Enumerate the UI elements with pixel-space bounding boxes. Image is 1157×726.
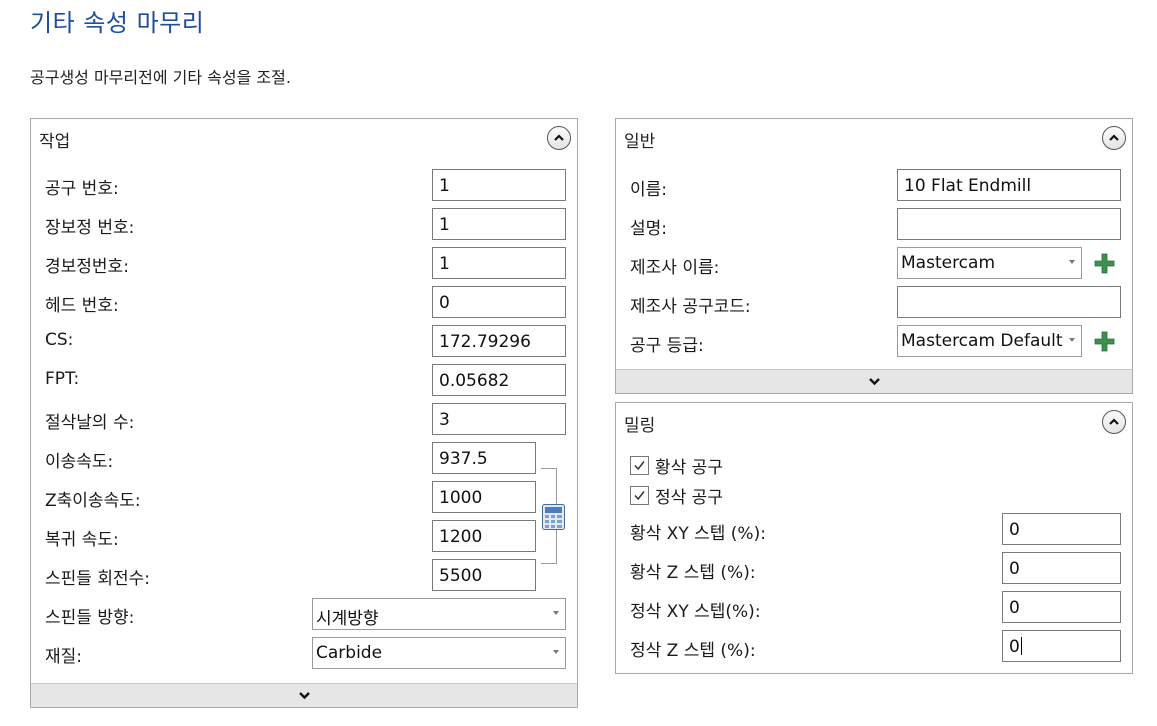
length-offset-label: 장보정 번호: [45, 218, 135, 238]
cs-input[interactable]: 172.79296 [432, 325, 566, 357]
milling-panel: 밀링 황삭 공구 정삭 공구 황삭 XY 스텝 (%): 0 황삭 Z 스텝 (… [615, 402, 1133, 674]
finish-z-step-value: 0 [1009, 637, 1020, 657]
rough-z-step-input[interactable]: 0 [1002, 552, 1121, 584]
dropdown-arrow-icon [1069, 260, 1075, 264]
rough-tool-checkbox[interactable]: 황삭 공구 [630, 453, 723, 478]
tool-number-input[interactable]: 1 [432, 169, 566, 201]
chevron-up-icon [554, 134, 564, 141]
chevron-down-icon [868, 378, 880, 386]
manufacturer-code-label: 제조사 공구코드: [630, 297, 751, 317]
head-number-input[interactable]: 0 [432, 286, 566, 318]
chevron-up-icon [1109, 134, 1119, 141]
milling-collapse-button[interactable] [1102, 410, 1126, 434]
dia-offset-input[interactable]: 1 [432, 247, 566, 279]
tool-number-label: 공구 번호: [45, 179, 119, 199]
spindle-direction-label: 스핀들 방향: [45, 608, 135, 628]
rough-xy-step-label: 황삭 XY 스텝 (%): [630, 524, 766, 544]
text-cursor [1020, 637, 1022, 655]
page-title: 기타 속성 마무리 [30, 9, 205, 37]
checkmark-icon [634, 491, 645, 501]
general-panel-header: 일반 [616, 119, 1132, 157]
plunge-rate-input[interactable]: 1000 [432, 481, 536, 513]
milling-panel-title: 밀링 [624, 416, 656, 436]
work-expand-bar[interactable] [31, 683, 577, 707]
finish-z-step-input[interactable]: 0 [1002, 630, 1121, 662]
tool-grade-label: 공구 등급: [630, 336, 704, 356]
finish-tool-label: 정삭 공구 [655, 488, 723, 508]
dropdown-arrow-icon [553, 650, 559, 654]
tool-grade-value: Mastercam Default [901, 331, 1063, 351]
milling-panel-header: 밀링 [616, 403, 1132, 441]
general-collapse-button[interactable] [1102, 126, 1126, 150]
tool-grade-dropdown[interactable]: Mastercam Default [897, 325, 1082, 357]
manufacturer-code-input[interactable] [897, 286, 1121, 318]
chevron-up-icon [1109, 418, 1119, 425]
material-dropdown[interactable]: Carbide [312, 637, 566, 669]
calculator-icon[interactable] [542, 504, 565, 530]
dropdown-arrow-icon [553, 611, 559, 615]
plunge-rate-label: Z축이송속도: [45, 491, 141, 511]
checkmark-icon [634, 461, 645, 471]
feed-rate-input[interactable]: 937.5 [432, 442, 536, 474]
material-value: Carbide [316, 643, 383, 663]
chevron-down-icon [298, 692, 310, 700]
description-label: 설명: [630, 219, 668, 239]
general-expand-bar[interactable] [616, 369, 1132, 393]
spindle-direction-value: 시계방향 [316, 609, 379, 629]
general-panel-title: 일반 [624, 132, 656, 152]
fpt-input[interactable]: 0.05682 [432, 364, 566, 396]
add-manufacturer-plus-icon[interactable] [1094, 253, 1115, 274]
finish-tool-checkbox[interactable]: 정삭 공구 [630, 483, 723, 508]
finish-z-step-label: 정삭 Z 스텝 (%): [630, 641, 756, 661]
page-subtitle: 공구생성 마무리전에 기타 속성을 조절. [30, 68, 291, 87]
flutes-input[interactable]: 3 [432, 403, 566, 435]
add-tool-grade-plus-icon[interactable] [1094, 331, 1115, 352]
name-input[interactable]: 10 Flat Endmill [897, 169, 1121, 201]
retract-rate-input[interactable]: 1200 [432, 520, 536, 552]
spindle-speed-input[interactable]: 5500 [432, 559, 536, 591]
general-panel: 일반 이름: 10 Flat Endmill 설명: 제조사 이름: Maste… [615, 118, 1133, 394]
fpt-label: FPT: [45, 369, 80, 389]
flutes-label: 절삭날의 수: [45, 413, 135, 433]
rough-tool-label: 황삭 공구 [655, 458, 723, 478]
spindle-speed-label: 스핀들 회전수: [45, 569, 150, 589]
feed-rate-label: 이송속도: [45, 452, 114, 472]
rough-xy-step-input[interactable]: 0 [1002, 513, 1121, 545]
length-offset-input[interactable]: 1 [432, 208, 566, 240]
manufacturer-value: Mastercam [901, 253, 996, 273]
cs-label: CS: [45, 330, 74, 350]
work-panel-title: 작업 [39, 132, 71, 152]
checkbox-box [630, 456, 649, 475]
name-label: 이름: [630, 180, 668, 200]
dia-offset-label: 경보정번호: [45, 257, 129, 277]
dropdown-arrow-icon [1069, 338, 1075, 342]
finish-xy-step-input[interactable]: 0 [1002, 591, 1121, 623]
manufacturer-label: 제조사 이름: [630, 258, 720, 278]
rough-z-step-label: 황삭 Z 스텝 (%): [630, 563, 756, 583]
spindle-direction-dropdown[interactable]: 시계방향 [312, 598, 566, 630]
retract-rate-label: 복귀 속도: [45, 530, 119, 550]
material-label: 재질: [45, 647, 83, 667]
work-panel: 작업 공구 번호: 1 장보정 번호: 1 경보정번호: 1 헤드 번호: 0 … [30, 118, 578, 708]
description-input[interactable] [897, 208, 1121, 240]
manufacturer-dropdown[interactable]: Mastercam [897, 247, 1082, 279]
finish-xy-step-label: 정삭 XY 스텝(%): [630, 602, 761, 622]
head-number-label: 헤드 번호: [45, 296, 119, 316]
checkbox-box [630, 486, 649, 505]
work-panel-header: 작업 [31, 119, 577, 157]
work-collapse-button[interactable] [547, 126, 571, 150]
